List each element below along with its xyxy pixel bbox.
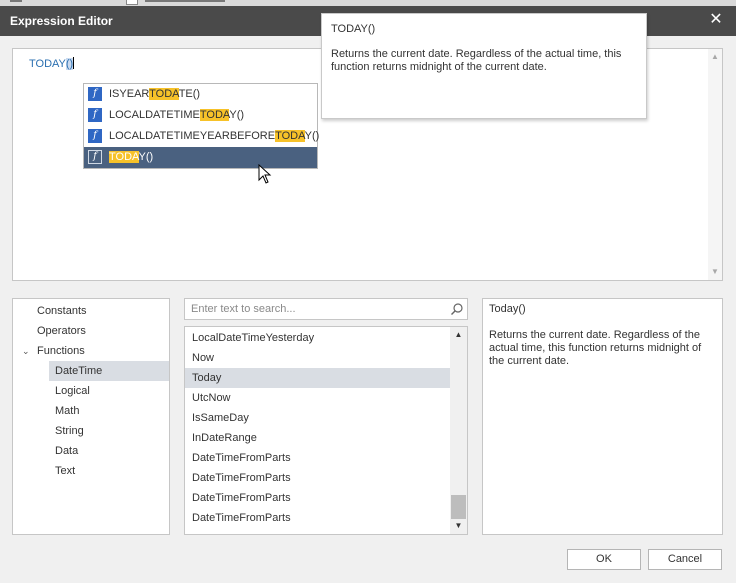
function-icon: f <box>88 129 102 143</box>
search-input[interactable]: Enter text to search... <box>184 298 468 320</box>
tooltip-title: TODAY() <box>331 23 376 35</box>
expression-parens: () <box>65 58 74 70</box>
tree-item-logical[interactable]: Logical <box>55 381 90 401</box>
tree-item-datetime[interactable]: DateTime <box>49 361 169 381</box>
function-tooltip: TODAY() Returns the current date. Regard… <box>321 13 647 119</box>
function-icon: f <box>88 150 102 164</box>
tree-item-operators[interactable]: Operators <box>37 321 86 341</box>
list-item[interactable]: InDateRange <box>185 428 450 448</box>
item-text-suffix: Y() <box>304 130 320 142</box>
autocomplete-item[interactable]: f LOCALDATETIMEYEARBEFORETODAY() <box>84 126 319 147</box>
list-item[interactable]: LocalDateTimeYesterday <box>185 328 450 348</box>
function-list-scrollbar[interactable]: ▲ ▼ <box>450 327 467 534</box>
autocomplete-item-label: LOCALDATETIMETODAY() <box>109 109 244 121</box>
autocomplete-item[interactable]: f LOCALDATETIMETODAY() <box>84 105 317 126</box>
editor-scrollbar[interactable]: ▲ ▼ <box>708 49 722 280</box>
description-title: Today() <box>489 303 526 315</box>
autocomplete-list: f ISYEARTODATE() f LOCALDATETIMETODAY() … <box>83 83 319 169</box>
list-item-selected[interactable]: Today <box>185 368 450 388</box>
function-icon: f <box>88 108 102 122</box>
autocomplete-item-label: TODAY() <box>109 151 153 163</box>
expression-function-name: TODAY <box>29 58 66 70</box>
item-text-match: TODA <box>275 130 305 142</box>
item-text-prefix: LOCALDATETIME <box>109 109 200 121</box>
item-text-suffix: TE() <box>178 88 201 100</box>
background-line <box>145 0 225 2</box>
autocomplete-item-selected[interactable]: f TODAY() <box>84 147 317 168</box>
item-text-match: TODA <box>199 109 230 121</box>
expression-editor-dialog: TODAY() ▲ ▼ f ISYEARTODATE() f LOCALDATE… <box>0 13 736 583</box>
list-item[interactable]: DateTimeFromParts <box>185 488 450 508</box>
tree-item-data[interactable]: Data <box>55 441 78 461</box>
autocomplete-item-label: LOCALDATETIMEYEARBEFORETODAY() <box>109 130 319 142</box>
tree-item-math[interactable]: Math <box>55 401 79 421</box>
scrollbar-thumb[interactable] <box>451 495 466 519</box>
item-text-match: TODA <box>109 151 139 163</box>
tree-item-constants[interactable]: Constants <box>37 301 87 321</box>
mouse-pointer-icon <box>258 164 272 184</box>
item-text-prefix: LOCALDATETIMEYEARBEFORE <box>109 130 276 142</box>
autocomplete-item[interactable]: f ISYEARTODATE() <box>84 84 317 105</box>
text-caret <box>73 57 75 69</box>
list-item[interactable]: IsSameDay <box>185 408 450 428</box>
chevron-down-icon[interactable]: ⌄ <box>22 341 30 361</box>
category-tree: Constants Operators ⌄ Functions DateTime… <box>12 298 170 535</box>
item-text-match: TODA <box>149 88 179 100</box>
cancel-button[interactable]: Cancel <box>648 549 722 570</box>
list-item[interactable]: DateTimeFromParts <box>185 508 450 528</box>
close-icon[interactable]: ✕ <box>708 12 724 28</box>
tree-item-functions[interactable]: ⌄ Functions <box>22 341 85 361</box>
function-icon: f <box>88 87 102 101</box>
function-list: LocalDateTimeYesterday Now Today UtcNow … <box>184 326 468 535</box>
list-item[interactable]: DateTimeFromParts <box>185 468 450 488</box>
item-text-prefix: ISYEAR <box>109 88 150 100</box>
list-item[interactable]: Now <box>185 348 450 368</box>
background-checkbox <box>126 0 138 5</box>
ok-button[interactable]: OK <box>567 549 641 570</box>
item-text-suffix: Y() <box>138 151 154 163</box>
scroll-up-arrow-icon[interactable]: ▲ <box>710 52 720 62</box>
list-item[interactable]: UtcNow <box>185 388 450 408</box>
scroll-down-arrow-icon[interactable]: ▼ <box>450 519 467 533</box>
description-text: Returns the current date. Regardless of … <box>489 329 702 367</box>
tree-item-text[interactable]: Text <box>55 461 75 481</box>
description-panel: Today() Returns the current date. Regard… <box>482 298 723 535</box>
tree-item-string[interactable]: String <box>55 421 84 441</box>
search-icon[interactable] <box>450 302 464 316</box>
scroll-up-arrow-icon[interactable]: ▲ <box>450 328 467 342</box>
tree-item-label: Functions <box>37 345 85 357</box>
expression-text-area[interactable]: TODAY() ▲ ▼ f ISYEARTODATE() f LOCALDATE… <box>12 13 723 281</box>
list-item[interactable]: DateTimeFromParts <box>185 448 450 468</box>
expression-text: TODAY() <box>29 57 75 70</box>
background-line <box>10 0 22 2</box>
window-title: Expression Editor <box>10 14 113 28</box>
tooltip-description: Returns the current date. Regardless of … <box>331 48 622 73</box>
item-text-suffix: Y() <box>229 109 245 121</box>
search-placeholder: Enter text to search... <box>191 303 296 315</box>
autocomplete-item-label: ISYEARTODATE() <box>109 88 200 100</box>
scroll-down-arrow-icon[interactable]: ▼ <box>710 267 720 277</box>
